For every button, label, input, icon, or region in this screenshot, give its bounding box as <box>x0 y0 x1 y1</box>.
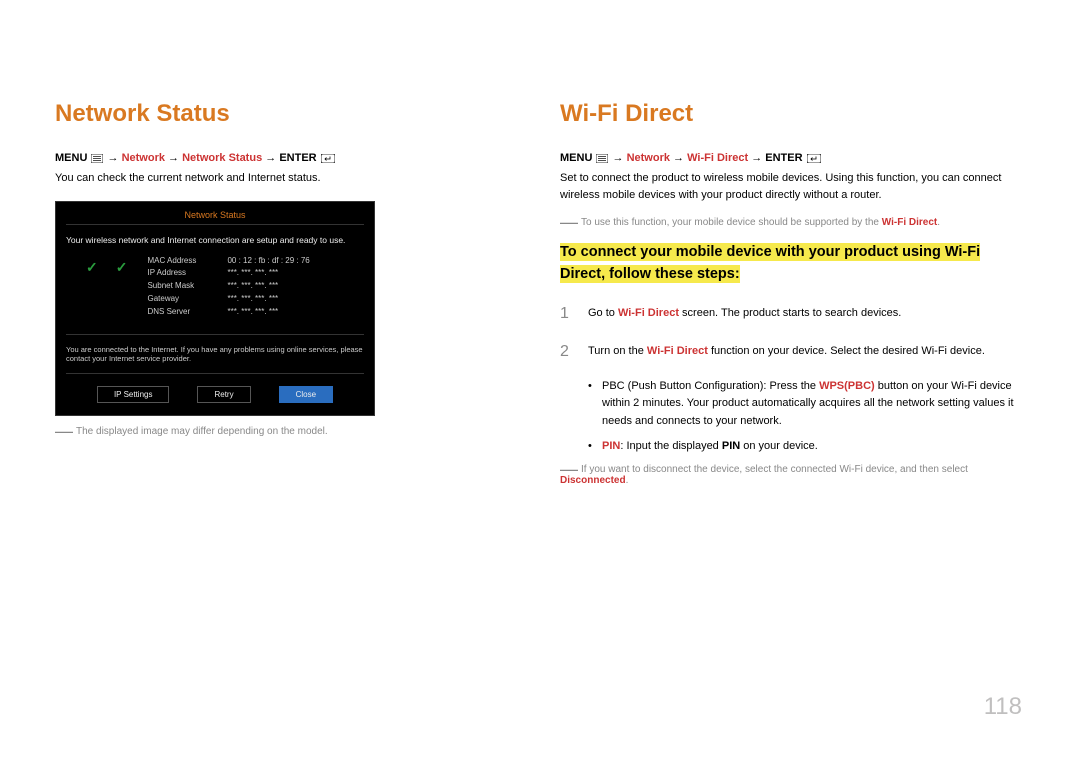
description-left: You can check the current network and In… <box>55 170 520 187</box>
kv-row: Gateway***. ***. ***. *** <box>147 293 309 306</box>
description-right: Set to connect the product to wireless m… <box>560 170 1025 203</box>
kv-row: Subnet Mask***. ***. ***. *** <box>147 280 309 293</box>
check-icon: ✓ <box>86 259 98 276</box>
section-title-wifi-direct: Wi-Fi Direct <box>560 100 1025 128</box>
bullet-pbc: • PBC (Push Button Configuration): Press… <box>588 378 1025 431</box>
menu-path-right: MENU → Network → Wi-Fi Direct → ENTER <box>560 152 1025 164</box>
kv-row: DNS Server***. ***. ***. *** <box>147 306 309 319</box>
scr-buttons: IP Settings Retry Close <box>66 386 364 403</box>
scr-checkmarks: ✓ ✓ <box>86 255 127 319</box>
scr-network-values: MAC Address00 : 12 : fb : df : 29 : 76 I… <box>147 255 309 319</box>
network-status-screenshot: Network Status Your wireless network and… <box>55 201 375 416</box>
page-number: 118 <box>984 693 1022 721</box>
bullet-pin: • PIN: Input the displayed PIN on your d… <box>588 438 1025 456</box>
right-column: Wi-Fi Direct MENU → Network → Wi-Fi Dire… <box>560 100 1025 494</box>
highlighted-heading: To connect your mobile device with your … <box>560 242 1025 286</box>
ip-settings-button[interactable]: IP Settings <box>97 386 170 403</box>
section-title-network-status: Network Status <box>55 100 520 128</box>
kv-row: MAC Address00 : 12 : fb : df : 29 : 76 <box>147 255 309 268</box>
bullet-list: • PBC (Push Button Configuration): Press… <box>588 378 1025 456</box>
scr-ready-msg: Your wireless network and Internet conne… <box>66 235 364 245</box>
step-2: 2 Turn on the Wi-Fi Direct function on y… <box>560 340 1025 364</box>
disconnect-note: ―If you want to disconnect the device, s… <box>560 464 1025 486</box>
close-button[interactable]: Close <box>279 386 333 403</box>
retry-button[interactable]: Retry <box>197 386 250 403</box>
check-icon: ✓ <box>116 259 128 276</box>
menu-icon <box>596 154 608 163</box>
scr-footer-note: You are connected to the Internet. If yo… <box>66 334 364 374</box>
menu-icon <box>91 154 103 163</box>
kv-row: IP Address***. ***. ***. *** <box>147 267 309 280</box>
enter-icon <box>807 154 821 163</box>
left-column: Network Status MENU → Network → Network … <box>55 100 520 494</box>
scr-title: Network Status <box>66 210 364 225</box>
menu-path-left: MENU → Network → Network Status → ENTER <box>55 152 520 164</box>
image-disclaimer: ―The displayed image may differ dependin… <box>55 426 520 437</box>
support-note: ―To use this function, your mobile devic… <box>560 217 1025 228</box>
step-1: 1 Go to Wi-Fi Direct screen. The product… <box>560 302 1025 326</box>
enter-icon <box>321 154 335 163</box>
